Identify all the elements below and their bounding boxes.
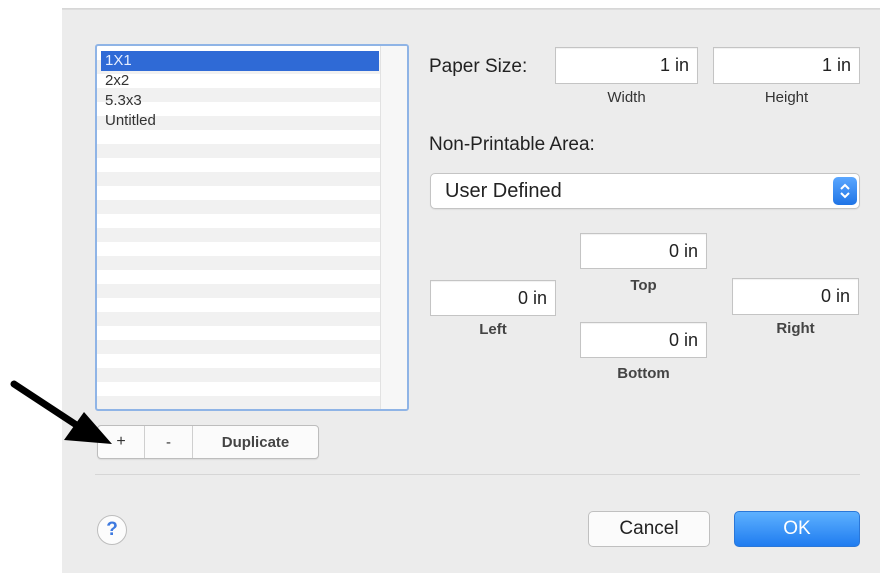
margin-left-field[interactable]: 0 in xyxy=(430,280,556,316)
list-scrollbar[interactable] xyxy=(380,46,407,409)
margin-right-field[interactable]: 0 in xyxy=(732,278,859,315)
non-printable-area-label: Non-Printable Area: xyxy=(429,134,595,155)
list-edit-controls: + - Duplicate xyxy=(97,425,319,459)
top-label: Top xyxy=(630,277,657,294)
ok-button[interactable]: OK xyxy=(734,511,860,547)
bottom-label: Bottom xyxy=(617,365,670,382)
list-item-1x1[interactable]: 1X1 xyxy=(101,51,379,71)
list-item-2x2[interactable]: 2x2 xyxy=(101,71,379,91)
margin-top-field[interactable]: 0 in xyxy=(580,233,707,269)
height-label: Height xyxy=(764,89,809,106)
remove-paper-button[interactable]: - xyxy=(145,426,193,458)
list-item-5-3x3[interactable]: 5.3x3 xyxy=(101,91,379,111)
pointer-arrow-icon xyxy=(10,380,112,444)
non-printable-area-select[interactable]: User Defined xyxy=(430,173,860,209)
left-label: Left xyxy=(479,321,507,338)
help-button[interactable]: ? xyxy=(97,515,127,545)
margin-bottom-field[interactable]: 0 in xyxy=(580,322,707,358)
selected-option: User Defined xyxy=(445,180,562,202)
width-label: Width xyxy=(607,89,646,106)
list-item-untitled[interactable]: Untitled xyxy=(101,111,379,131)
right-label: Right xyxy=(776,320,815,337)
cancel-button[interactable]: Cancel xyxy=(588,511,710,547)
paper-size-label: Paper Size: xyxy=(429,56,528,77)
paper-height-field[interactable]: 1 in xyxy=(713,47,860,84)
paper-width-field[interactable]: 1 in xyxy=(555,47,698,84)
duplicate-button[interactable]: Duplicate xyxy=(193,426,318,458)
paper-size-list[interactable]: 1X1 2x2 5.3x3 Untitled xyxy=(95,44,409,411)
up-down-chevron-icon xyxy=(833,177,857,205)
footer-divider xyxy=(95,474,860,475)
